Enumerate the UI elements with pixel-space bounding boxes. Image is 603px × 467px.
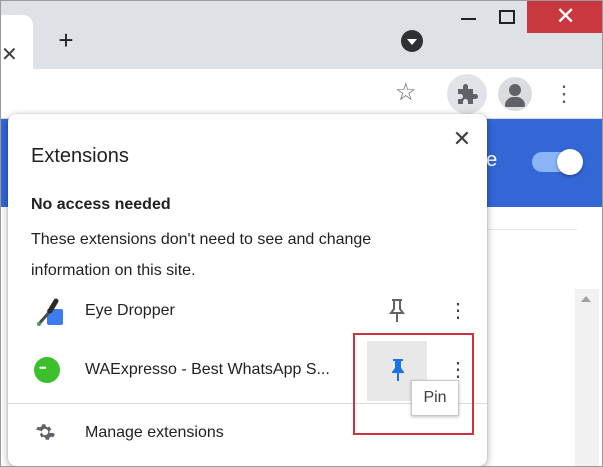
extension-more-icon[interactable]: ⋮	[448, 283, 468, 339]
page-scrollbar[interactable]	[575, 289, 599, 466]
extension-name: WAExpresso - Best WhatsApp S...	[85, 361, 330, 378]
browser-window: ✕ + ✕ ☆ ⋮ de Extensions ✕ No access need…	[0, 0, 603, 467]
minimize-button[interactable]	[461, 18, 476, 20]
extensions-button[interactable]	[447, 74, 487, 114]
tab-close-icon[interactable]: ✕	[1, 43, 18, 67]
close-window-button[interactable]: ✕	[527, 1, 602, 33]
puzzle-icon	[458, 84, 478, 104]
annotation-highlight-box	[353, 333, 474, 435]
browser-tab[interactable]: ✕	[1, 15, 33, 69]
waexpresso-icon	[34, 357, 60, 383]
scroll-up-arrow-icon[interactable]	[581, 296, 591, 302]
section-heading: No access needed	[31, 196, 171, 213]
pin-outline-icon[interactable]	[386, 297, 408, 325]
bookmark-star-icon[interactable]: ☆	[395, 79, 417, 107]
manage-extensions-label: Manage extensions	[85, 424, 224, 441]
popup-title: Extensions	[31, 145, 129, 167]
gear-icon	[36, 424, 55, 440]
new-tab-button[interactable]: +	[53, 27, 79, 53]
tab-strip: ✕ + ✕	[1, 1, 602, 69]
popup-close-icon[interactable]: ✕	[451, 128, 473, 150]
eye-dropper-icon	[36, 298, 63, 326]
maximize-button[interactable]	[499, 10, 515, 24]
profile-avatar[interactable]	[498, 77, 532, 111]
section-description: These extensions don't need to see and c…	[31, 231, 372, 279]
browser-menu-icon[interactable]: ⋮	[553, 79, 575, 109]
page-divider	[481, 229, 577, 230]
extension-row-eye-dropper[interactable]: Eye Dropper ⋮	[8, 283, 487, 339]
page-toggle-switch[interactable]	[532, 149, 583, 175]
browser-toolbar: ☆ ⋮	[1, 69, 602, 119]
extension-name: Eye Dropper	[85, 302, 175, 319]
tab-search-button[interactable]	[401, 30, 423, 52]
